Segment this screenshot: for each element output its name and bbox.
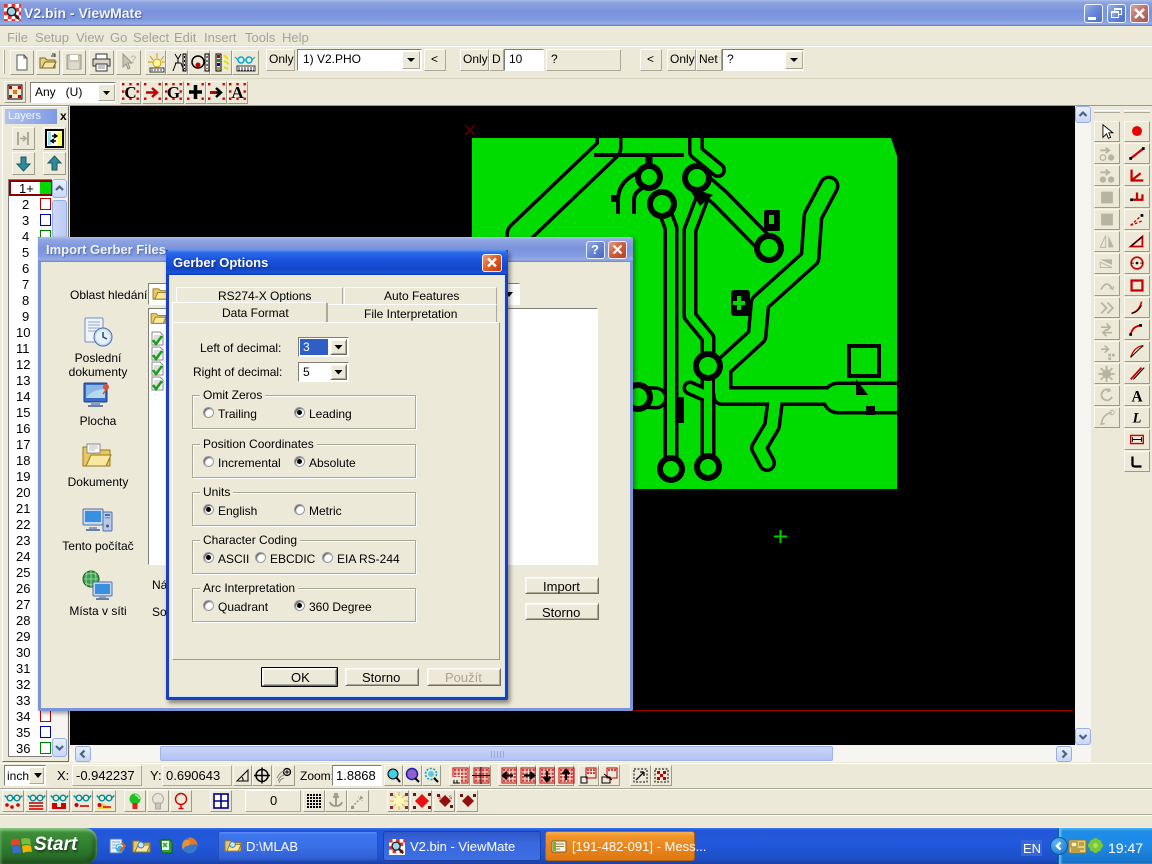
svg-text:G: G bbox=[167, 83, 180, 102]
svg-text:A: A bbox=[231, 83, 244, 102]
svg-text:s: s bbox=[438, 795, 441, 801]
svg-text:?: ? bbox=[130, 54, 137, 66]
svg-text:L: L bbox=[1132, 410, 1142, 426]
svg-text:C: C bbox=[124, 83, 136, 102]
svg-text:A: A bbox=[1131, 388, 1142, 405]
svg-text:s: s bbox=[449, 795, 452, 801]
